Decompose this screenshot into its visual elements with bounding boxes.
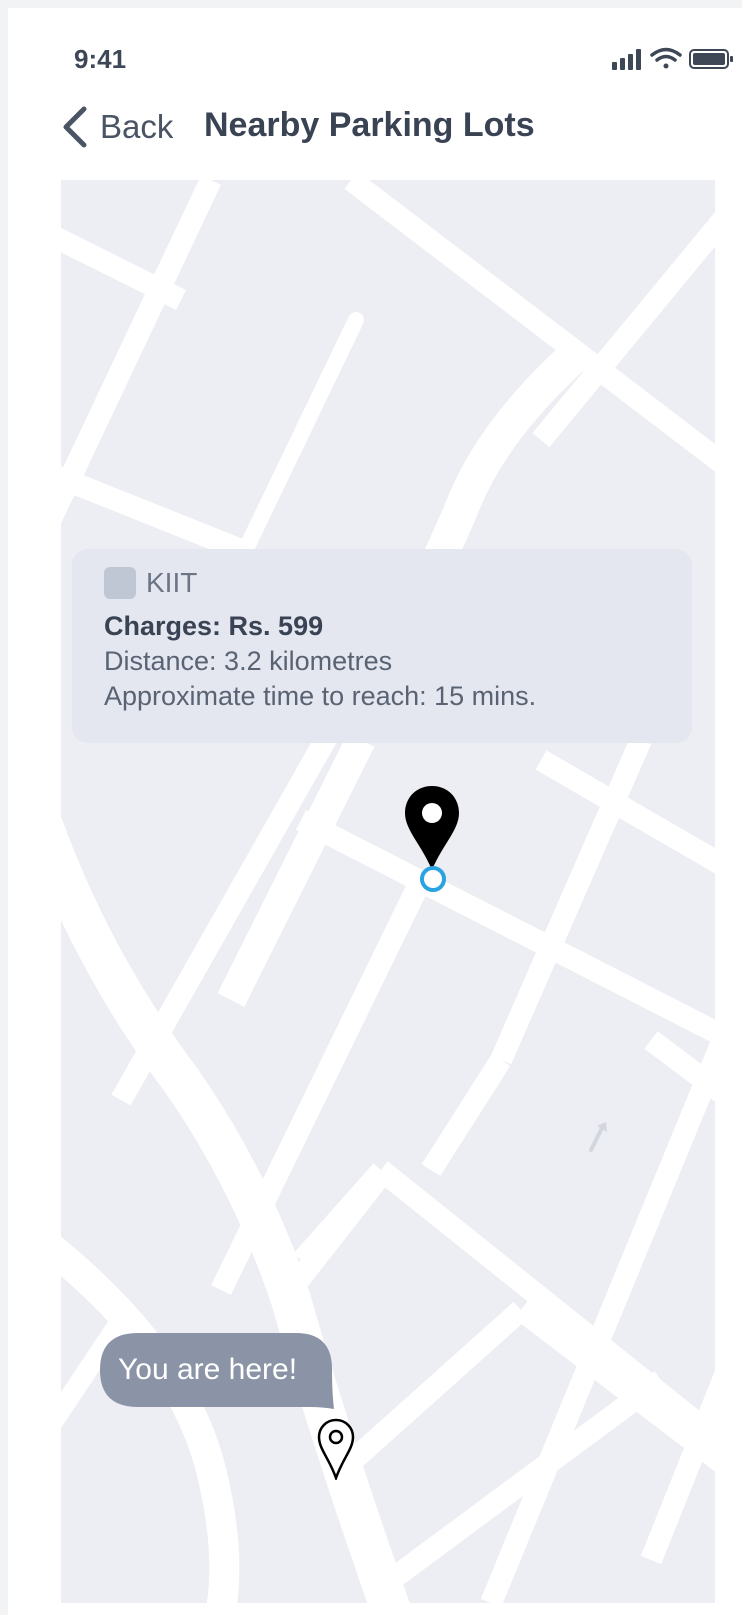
signal-icon xyxy=(612,49,641,70)
lot-name: KIIT xyxy=(146,567,198,598)
battery-icon xyxy=(689,49,733,69)
chevron-left-icon xyxy=(63,106,87,148)
lot-charges: Charges: Rs. 599 xyxy=(104,611,324,641)
back-button[interactable]: Back xyxy=(60,102,173,152)
lot-distance: Distance: 3.2 kilometres xyxy=(104,646,393,676)
map-pin-icon[interactable] xyxy=(403,784,461,872)
status-icons xyxy=(612,47,733,70)
location-ring-icon xyxy=(420,866,446,892)
status-time: 9:41 xyxy=(74,44,127,74)
phone-screen: 9:41 Back Nearby Parking Lots KIIT Charg… xyxy=(8,8,742,1615)
lot-checkbox[interactable] xyxy=(104,567,136,599)
back-label: Back xyxy=(100,108,174,145)
page-title: Nearby Parking Lots xyxy=(204,106,535,144)
status-bar: 9:41 xyxy=(8,8,742,98)
nav-header: Back Nearby Parking Lots xyxy=(8,98,742,158)
wifi-icon xyxy=(650,47,682,69)
you-are-here-label: You are here! xyxy=(118,1353,298,1386)
user-location-pin-icon xyxy=(317,1418,355,1480)
lot-header: KIIT xyxy=(104,565,660,601)
direction-arrow-icon xyxy=(589,1122,607,1152)
you-are-here-bubble: You are here! xyxy=(100,1333,340,1411)
lot-eta: Approximate time to reach: 15 mins. xyxy=(104,681,537,711)
parking-lot-card[interactable]: KIIT Charges: Rs. 599 Distance: 3.2 kilo… xyxy=(72,549,692,743)
